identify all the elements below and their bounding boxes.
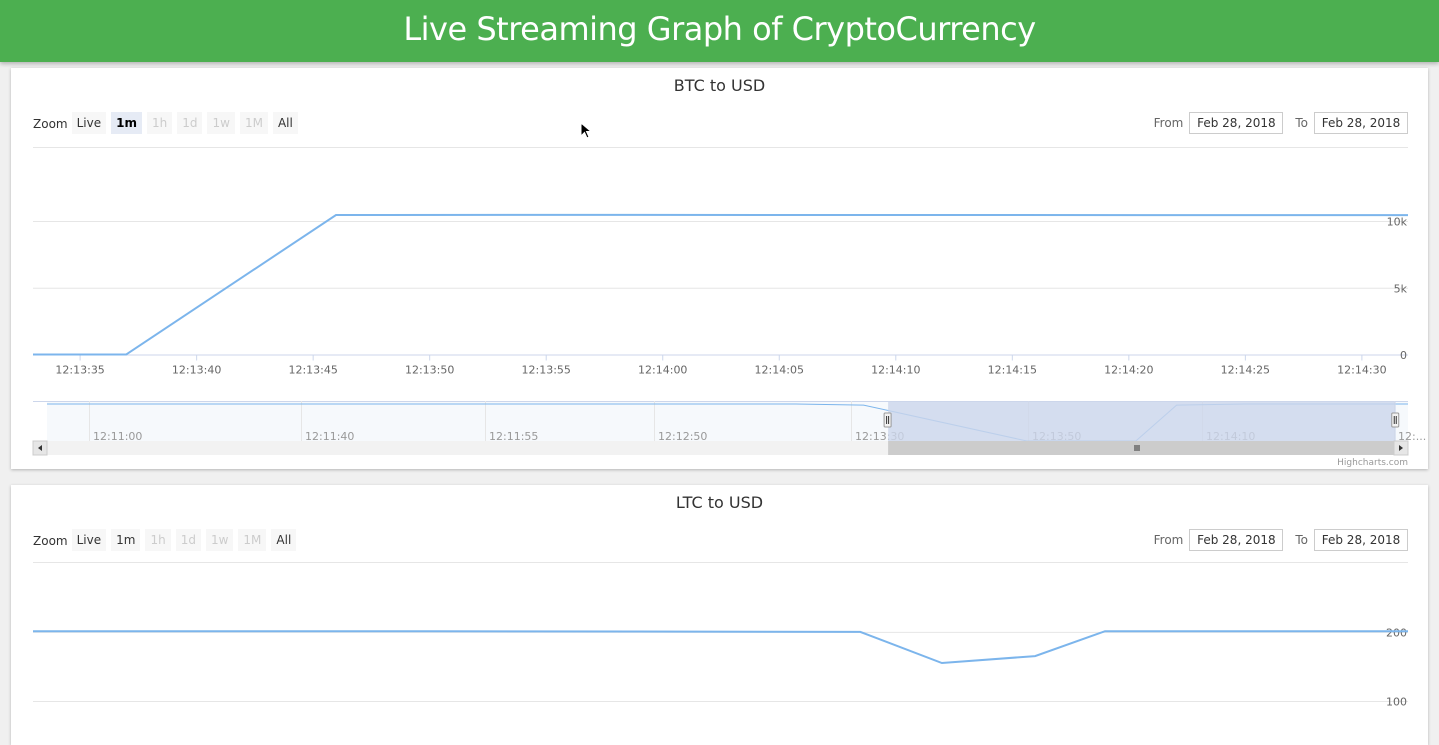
x-tick-label: 12:13:50 <box>405 364 454 377</box>
ltc-chart-plot: 100 200 <box>33 562 1408 708</box>
credits-link: Highcharts.com <box>1337 458 1408 468</box>
btc-chart-card: BTC to USD Zoom Live 1m 1h 1d 1w 1M All … <box>11 68 1428 469</box>
navigator-handle <box>1391 412 1400 428</box>
btc-chart-plot: 0 5k 10k 12:13:35 12:13:40 12:13:45 12:13:50 12… <box>32 147 1426 468</box>
x-tick-label: 12:14:05 <box>755 364 804 377</box>
page-title: Live Streaming Graph of CryptoCurrency <box>403 10 1036 48</box>
mouse-cursor-icon <box>580 122 592 139</box>
navigator-handle <box>883 412 892 428</box>
ltc-chart-card: LTC to USD Zoom Live 1m 1h 1d 1w 1M All … <box>11 485 1428 745</box>
x-tick-label: 12:14:10 <box>871 364 920 377</box>
x-tick-label: 12:13:55 <box>522 364 571 377</box>
y-tick-label: 200 <box>1386 626 1407 639</box>
x-tick-label: 12:14:25 <box>1221 364 1270 377</box>
series-line <box>33 630 1408 665</box>
page-header: Live Streaming Graph of CryptoCurrency <box>0 0 1439 62</box>
x-tick-label: 12:13:45 <box>288 364 337 377</box>
y-tick-label: 100 <box>1386 695 1407 708</box>
y-tick-label: 5k <box>1394 282 1408 295</box>
x-tick-label: 12:14:20 <box>1104 364 1153 377</box>
x-tick-label: 12:14:00 <box>638 364 687 377</box>
x-tick-label: 12:14:30 <box>1337 364 1386 377</box>
series-line <box>33 213 1408 356</box>
x-tick-label: 12:13:35 <box>55 364 104 377</box>
scrollbar-thumb <box>888 441 1394 455</box>
y-tick-label: 0 <box>1400 349 1407 362</box>
x-tick-label: 12:14:15 <box>988 364 1037 377</box>
navigator-selected-range <box>888 401 1396 441</box>
y-tick-label: 10k <box>1387 216 1408 229</box>
x-tick-label: 12:13:40 <box>172 364 221 377</box>
